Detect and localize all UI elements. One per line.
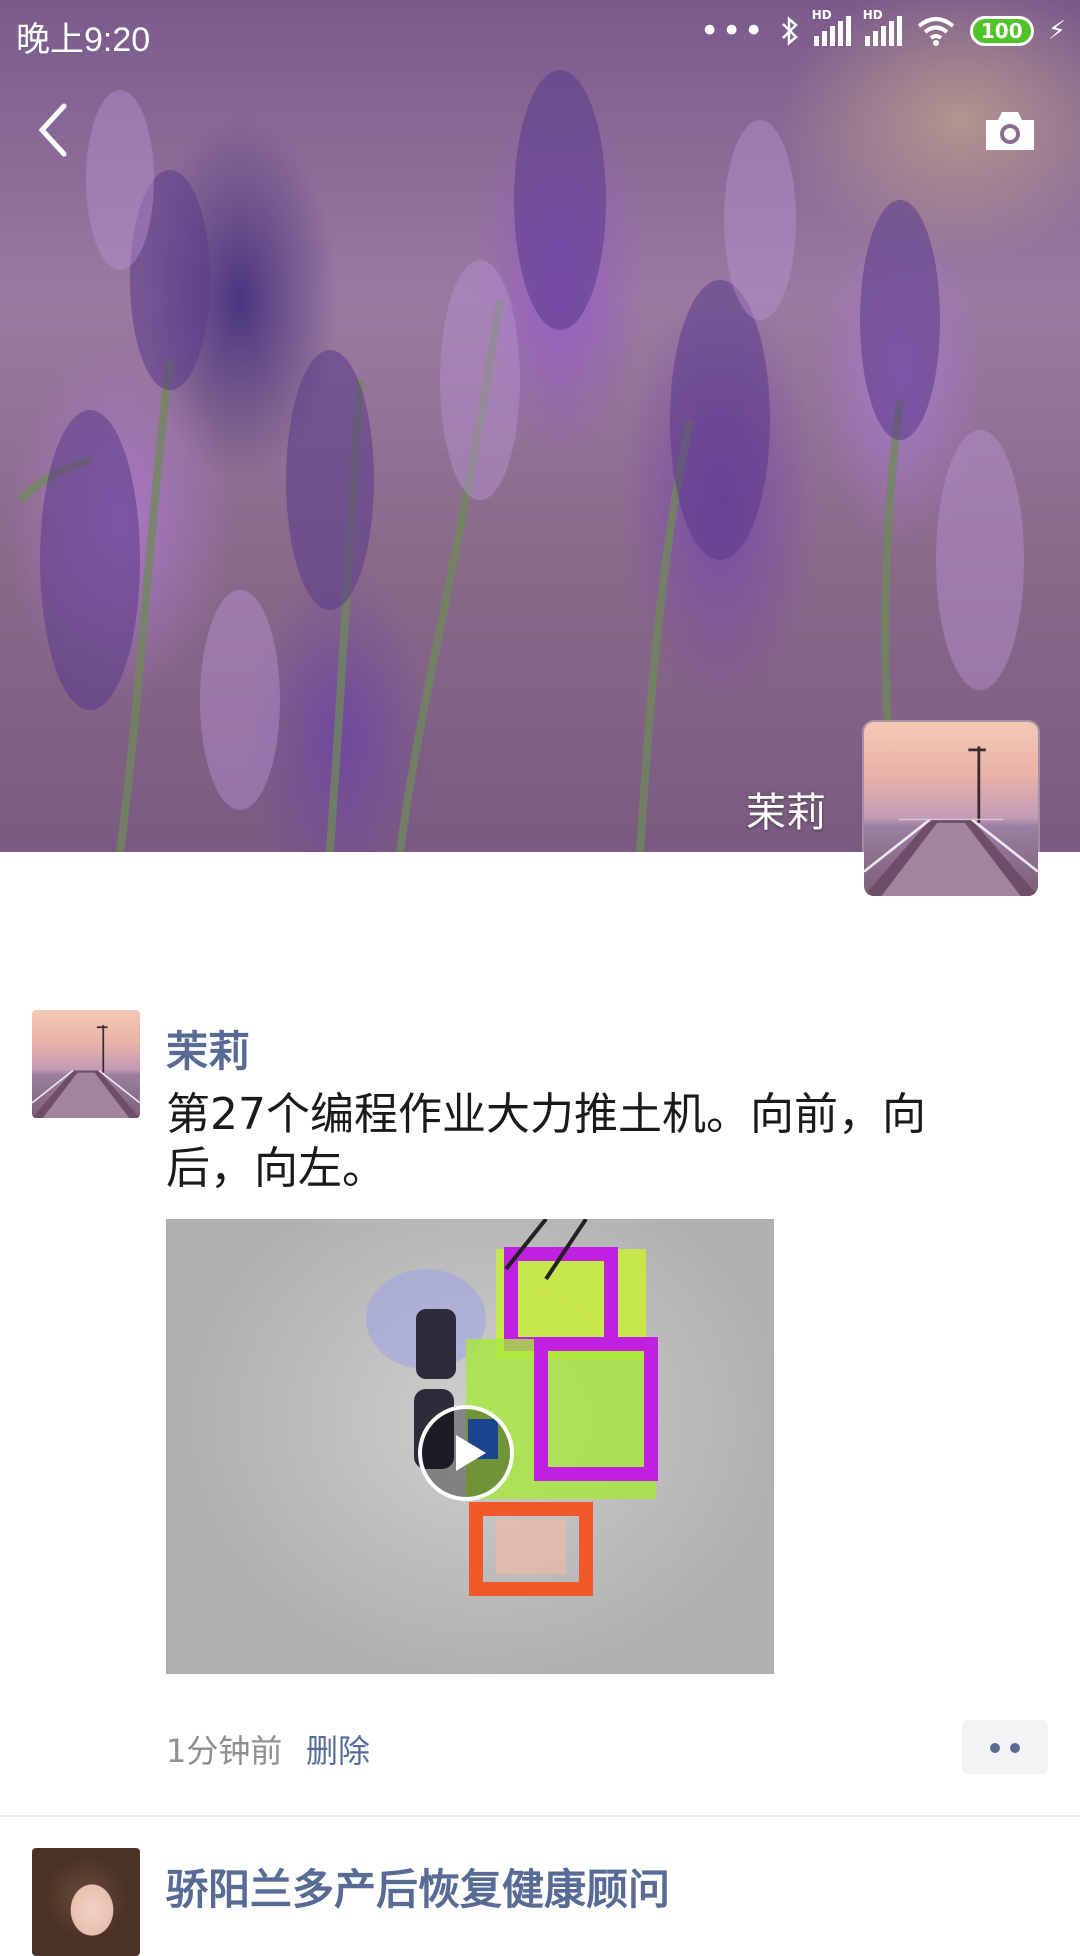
camera-icon[interactable] [982, 108, 1038, 154]
post-author-avatar[interactable] [32, 1848, 140, 1956]
profile-avatar[interactable] [864, 722, 1038, 896]
more-dots-icon: ••• [699, 11, 766, 51]
profile-name: 茉莉 [746, 790, 826, 836]
bluetooth-icon [781, 16, 798, 46]
post-author-name[interactable]: 骄阳兰多产后恢复健康顾问 [166, 1856, 670, 1917]
comment-dots-icon[interactable] [962, 1720, 1048, 1774]
status-time: 晚上9:20 [16, 21, 151, 59]
hd-signal-icon: HD [863, 8, 902, 46]
wifi-icon [917, 17, 955, 46]
post-divider [0, 1815, 1080, 1817]
hd-signal-icon: HD [812, 8, 851, 46]
post-author-avatar[interactable] [32, 1010, 140, 1118]
status-icons: ••• HD HD 100 ⚡ [699, 8, 1066, 51]
pier-image [864, 746, 1038, 896]
post-text: 第27个编程作业大力推土机。向前，向后，向左。 [166, 1089, 926, 1194]
delete-button[interactable]: 删除 [306, 1726, 370, 1772]
battery-level: 100 [980, 19, 1023, 43]
status-bar: 晚上9:20 ••• HD HD 100 ⚡ [0, 0, 1080, 66]
pier-image [32, 1025, 140, 1118]
post-video[interactable] [166, 1219, 774, 1674]
charging-icon: ⚡ [1047, 16, 1066, 46]
post-timestamp: 1分钟前 [166, 1732, 283, 1770]
play-icon[interactable] [416, 1403, 516, 1503]
battery-icon: 100 [969, 16, 1034, 46]
back-chevron-icon[interactable] [34, 100, 74, 160]
post-author-name[interactable]: 茉莉 [166, 1018, 250, 1079]
